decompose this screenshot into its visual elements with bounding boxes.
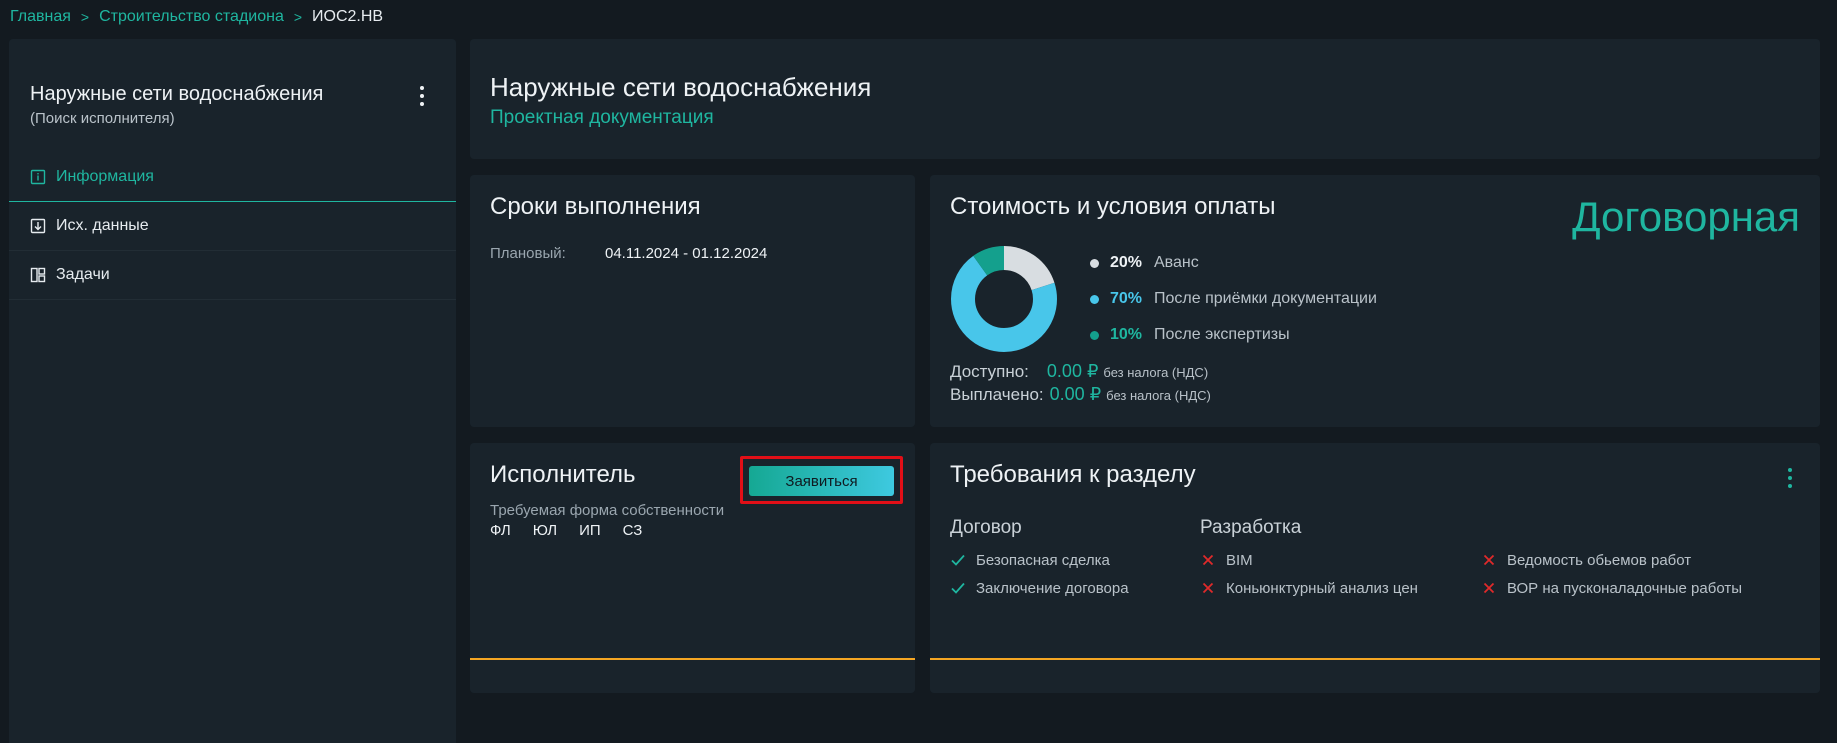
section-header: Наружные сети водоснабжения Проектная до… xyxy=(470,39,1820,159)
paid-label: Выплачено: xyxy=(950,385,1044,404)
price-type: Договорная xyxy=(1572,193,1800,240)
paid-value: 0.00 ₽ xyxy=(1049,384,1102,404)
contract-title: Договор xyxy=(950,517,1022,538)
legend-dot xyxy=(1090,294,1099,304)
download-icon xyxy=(29,217,47,235)
schedule-title: Сроки выполнения xyxy=(490,193,701,220)
requirement-label: BIM xyxy=(1226,551,1253,569)
ownership-forms: ФЛ ЮЛ ИП СЗ xyxy=(490,522,642,539)
available-row: Доступно: 0.00 ₽ без налога (НДС) xyxy=(950,361,1208,382)
legend-dot xyxy=(1090,258,1099,268)
sidebar-menu: Информация Исх. данные Задачи xyxy=(9,153,456,300)
executor-card: Исполнитель Заявиться Требуемая форма со… xyxy=(470,443,915,693)
divider xyxy=(930,658,1820,660)
sidebar-item-source-data[interactable]: Исх. данные xyxy=(9,202,456,251)
list-item: Коньюнктурный анализ цен xyxy=(1200,574,1418,602)
requirements-title: Требования к разделу xyxy=(950,461,1196,488)
legend-label: После приёмки документации xyxy=(1154,290,1377,307)
sidebar-item-label: Исх. данные xyxy=(56,217,149,234)
chevron-right-icon: > xyxy=(80,9,90,25)
tax-note: без налога (НДС) xyxy=(1103,365,1209,380)
requirement-label: Безопасная сделка xyxy=(976,551,1110,569)
legend-item-expertise: 10% После экспертизы xyxy=(1090,317,1377,353)
more-options-icon[interactable] xyxy=(412,83,432,109)
list-item: Безопасная сделка xyxy=(950,546,1129,574)
divider xyxy=(470,658,915,660)
list-item: Ведомость обьемов работ xyxy=(1481,546,1742,574)
planned-label: Плановый: xyxy=(490,245,566,262)
chevron-right-icon: > xyxy=(293,9,303,25)
legend-label: Аванс xyxy=(1154,254,1199,271)
sidebar-item-tasks[interactable]: Задачи xyxy=(9,251,456,300)
legend-item-acceptance: 70% После приёмки документации xyxy=(1090,281,1377,317)
development-list-left: BIM Коньюнктурный анализ цен xyxy=(1200,546,1418,602)
legend-dot xyxy=(1090,330,1099,340)
ownership-form: ЮЛ xyxy=(532,522,558,539)
legend-percent: 10% xyxy=(1110,326,1143,343)
tax-note: без налога (НДС) xyxy=(1106,388,1211,403)
sidebar-item-label: Задачи xyxy=(56,266,110,283)
breadcrumb-home-link[interactable]: Главная xyxy=(10,8,71,26)
development-list-right: Ведомость обьемов работ ВОР на пусконала… xyxy=(1481,546,1742,602)
paid-row: Выплачено: 0.00 ₽ без налога (НДС) xyxy=(950,384,1211,405)
requirement-label: Ведомость обьемов работ xyxy=(1507,551,1692,569)
info-icon xyxy=(29,168,47,186)
page-subtitle: Проектная документация xyxy=(490,107,714,128)
cost-card: Стоимость и условия оплаты Договорная 20… xyxy=(930,175,1820,427)
legend-item-advance: 20% Аванс xyxy=(1090,245,1377,281)
check-icon xyxy=(950,554,966,566)
development-title: Разработка xyxy=(1200,517,1302,538)
ownership-form: ФЛ xyxy=(490,522,511,539)
apply-button[interactable]: Заявиться xyxy=(749,466,894,496)
page-title: Наружные сети водоснабжения xyxy=(490,72,872,102)
requirements-card: Требования к разделу Договор Безопасная … xyxy=(930,443,1820,693)
legend-percent: 20% xyxy=(1110,254,1143,271)
requirement-label: Коньюнктурный анализ цен xyxy=(1226,579,1418,597)
schedule-card: Сроки выполнения Плановый: 04.11.2024 - … xyxy=(470,175,915,427)
ownership-form: СЗ xyxy=(622,522,643,539)
payment-legend: 20% Аванс 70% После приёмки документации… xyxy=(1090,245,1377,353)
available-label: Доступно: xyxy=(950,362,1029,381)
ownership-form: ИП xyxy=(579,522,601,539)
payment-donut-chart xyxy=(951,246,1057,352)
more-options-icon[interactable] xyxy=(1780,465,1800,491)
list-item: ВОР на пусконаладочные работы xyxy=(1481,574,1742,602)
legend-percent: 70% xyxy=(1110,290,1143,307)
cross-icon xyxy=(1200,554,1216,566)
cost-title: Стоимость и условия оплаты xyxy=(950,193,1276,220)
legend-label: После экспертизы xyxy=(1154,326,1290,343)
requirement-label: ВОР на пусконаладочные работы xyxy=(1507,579,1742,597)
sidebar: Наружные сети водоснабжения (Поиск испол… xyxy=(9,39,456,743)
sidebar-item-label: Информация xyxy=(56,168,154,185)
sidebar-title: Наружные сети водоснабжения xyxy=(30,83,324,105)
available-value: 0.00 ₽ xyxy=(1046,361,1099,381)
check-icon xyxy=(950,582,966,594)
cross-icon xyxy=(1481,582,1497,594)
kanban-icon xyxy=(29,266,47,284)
sidebar-item-info[interactable]: Информация xyxy=(9,153,456,202)
sidebar-subtitle: (Поиск исполнителя) xyxy=(30,110,175,127)
cross-icon xyxy=(1200,582,1216,594)
breadcrumb-current: ИОС2.НВ xyxy=(312,8,384,25)
breadcrumb: Главная > Строительство стадиона > ИОС2.… xyxy=(10,6,383,28)
contract-list: Безопасная сделка Заключение договора xyxy=(950,546,1129,602)
planned-value: 04.11.2024 - 01.12.2024 xyxy=(605,245,768,262)
ownership-label: Требуемая форма собственности xyxy=(490,502,725,519)
breadcrumb-project-link[interactable]: Строительство стадиона xyxy=(99,8,284,26)
executor-title: Исполнитель xyxy=(490,461,636,488)
list-item: Заключение договора xyxy=(950,574,1129,602)
requirement-label: Заключение договора xyxy=(976,579,1129,597)
list-item: BIM xyxy=(1200,546,1418,574)
cross-icon xyxy=(1481,554,1497,566)
